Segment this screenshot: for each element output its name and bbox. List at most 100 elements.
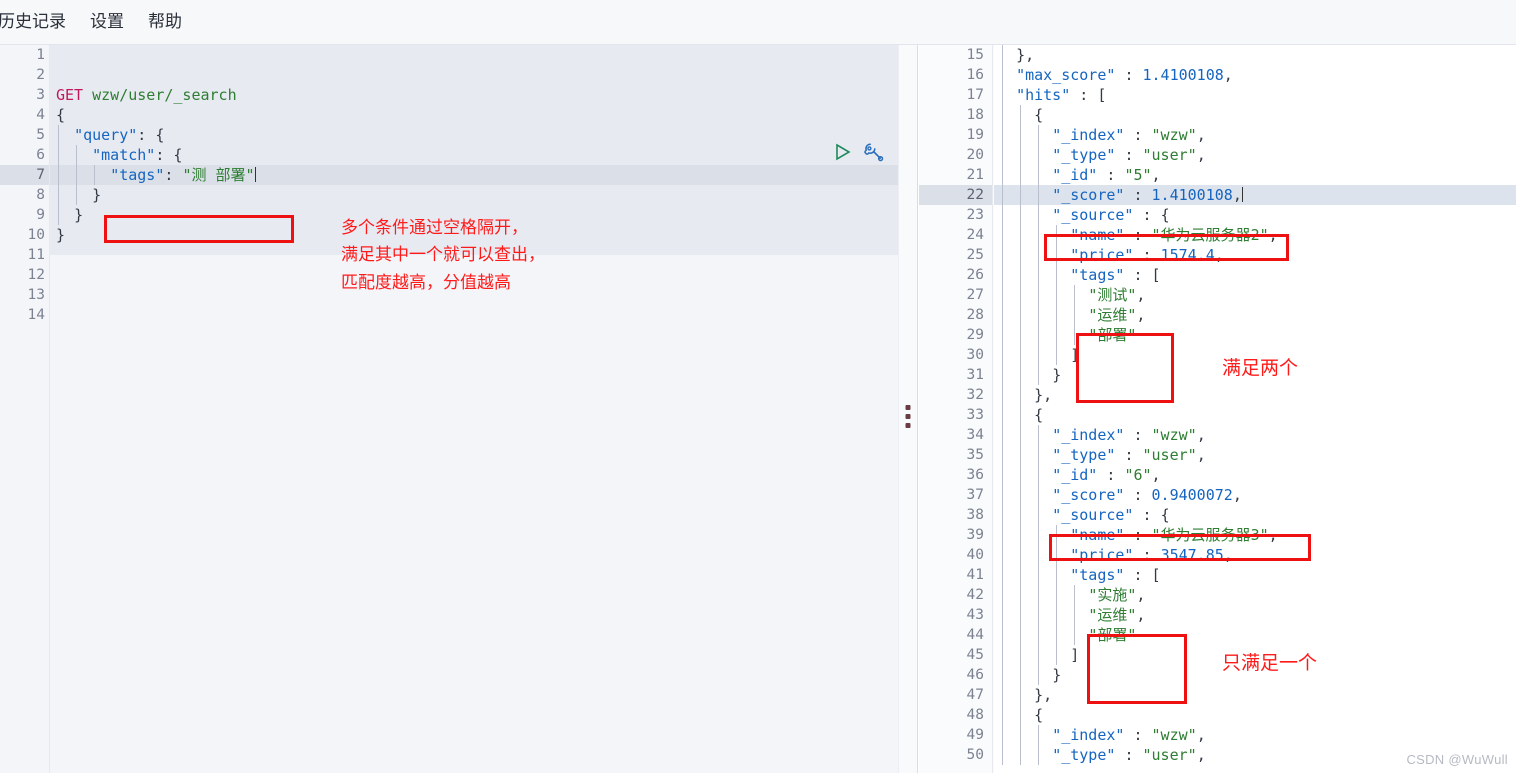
line-number: 3 [36,87,45,103]
indent-guide [1056,245,1057,265]
code-line[interactable]: }, [994,385,1516,405]
code-line[interactable]: "测试", [994,285,1516,305]
code-line[interactable]: "_type" : "user", [994,145,1516,165]
menu-item-history[interactable]: 历史记录 [0,0,78,44]
indent-guide [1020,565,1021,585]
line-number: 43 [966,607,984,623]
code-line[interactable]: }, [994,45,1516,65]
line-number: 8▴ [0,185,57,205]
line-number: 34 [966,427,984,443]
wrench-icon[interactable] [862,141,884,168]
code-line[interactable]: "_id" : "6", [994,465,1516,485]
code-line[interactable]: "_index" : "wzw", [994,125,1516,145]
indent-guide [1002,85,1003,105]
code-line[interactable]: "运维", [994,305,1516,325]
code-line[interactable]: { [50,105,898,125]
code-line[interactable]: "tags": "测 部署" [50,165,898,185]
line-number: 42 [966,587,984,603]
code-line[interactable]: "_type" : "user", [994,445,1516,465]
indent-guide [1038,205,1039,225]
code-line[interactable]: "_index" : "wzw", [994,725,1516,745]
code-line[interactable]: { [994,705,1516,725]
code-line[interactable]: "实施", [994,585,1516,605]
indent-guide [1038,505,1039,525]
code-line[interactable]: "match": { [50,145,898,165]
line-number: 13 [27,287,45,303]
code-line[interactable]: "_source" : { [994,205,1516,225]
line-number: 36 [966,467,984,483]
indent-guide [1002,465,1003,485]
request-editor-pane[interactable]: 1234▾5▾6▾78▴9▴10▴11121314 GET wzw/user/_… [0,45,898,773]
code-line[interactable]: "name" : "华为云服务器2", [994,225,1516,245]
menu-item-settings[interactable]: 设置 [78,0,136,44]
indent-guide [1056,545,1057,565]
code-line[interactable]: "_score" : 1.4100108, [994,185,1516,205]
code-line[interactable]: { [994,405,1516,425]
indent-guide [1020,505,1021,525]
line-number: 28 [966,307,984,323]
indent-guide [1038,725,1039,745]
code-line[interactable]: "_source" : { [994,505,1516,525]
csdn-watermark: CSDN @WuWull [1406,752,1508,767]
line-number: 46▴ [919,665,1001,685]
indent-guide [1020,185,1021,205]
indent-guide [1038,585,1039,605]
hit2-tags-annotation: 只满足一个 [1222,652,1318,674]
code-line[interactable]: "query": { [50,125,898,145]
indent-guide [1038,265,1039,285]
line-number: 47▴ [919,685,1001,705]
code-line[interactable] [50,305,898,325]
code-line[interactable]: "_index" : "wzw", [994,425,1516,445]
indent-guide [1002,305,1003,325]
indent-guide [1038,665,1039,685]
code-line[interactable]: "_id" : "5", [994,165,1516,185]
indent-guide [1002,505,1003,525]
code-line[interactable]: "name" : "华为云服务器3", [994,525,1516,545]
menu-item-help[interactable]: 帮助 [136,0,194,44]
line-number: 38▾ [919,505,1001,525]
indent-guide [1020,165,1021,185]
code-line[interactable]: "部署" [994,625,1516,645]
indent-guide [1038,565,1039,585]
code-line[interactable]: "price" : 1574.4, [994,245,1516,265]
code-line[interactable]: { [994,105,1516,125]
response-pane[interactable]: 15▴ 16 17▾18▾ 19 20 21 2223▾ 24 25 26▾ 27 28 29 30▴31… [919,45,1516,773]
indent-guide [1002,485,1003,505]
indent-guide [1002,725,1003,745]
indent-guide [1002,405,1003,425]
code-line[interactable]: "price" : 3547.85, [994,545,1516,565]
indent-guide [1038,285,1039,305]
splitter-drag-handle[interactable] [905,405,911,428]
code-line[interactable]: "运维", [994,605,1516,625]
line-number: 6▾ [0,145,57,165]
indent-guide [1020,665,1021,685]
code-line[interactable] [50,65,898,85]
indent-guide [1038,605,1039,625]
pane-splitter[interactable] [898,45,918,773]
code-line[interactable]: }, [994,685,1516,705]
indent-guide [1002,425,1003,445]
indent-guide [1038,185,1039,205]
indent-guide [1038,425,1039,445]
line-number: 40 [966,547,984,563]
indent-guide [1038,525,1039,545]
code-line[interactable]: GET wzw/user/_search [50,85,898,105]
code-line[interactable]: "tags" : [ [994,265,1516,285]
line-number: 12 [27,267,45,283]
run-request-icon[interactable] [832,142,852,167]
code-line[interactable]: "部署" [994,325,1516,345]
hit1-tags-annotation: 满足两个 [1222,357,1299,379]
code-line[interactable] [50,45,898,65]
line-number: 48▾ [919,705,1001,725]
code-line[interactable]: "max_score" : 1.4100108, [994,65,1516,85]
code-line[interactable]: } [50,185,898,205]
code-line[interactable]: "hits" : [ [994,85,1516,105]
line-number: 23▾ [919,205,1001,225]
indent-guide [1038,145,1039,165]
splitter-dot [905,405,911,410]
code-line[interactable]: "_score" : 0.9400072, [994,485,1516,505]
code-line[interactable]: "tags" : [ [994,565,1516,585]
indent-guide [1020,625,1021,645]
indent-guide [1002,745,1003,765]
indent-guide [1074,305,1075,325]
